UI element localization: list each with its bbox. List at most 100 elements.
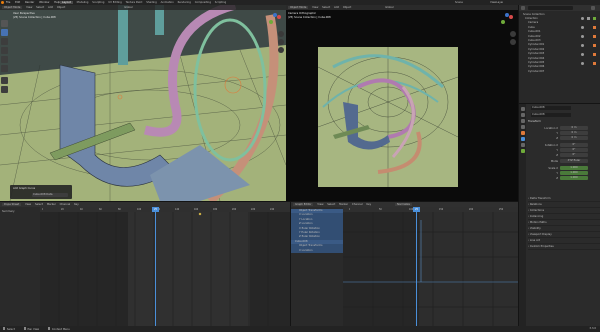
menu-add[interactable]: Add	[48, 6, 53, 9]
outliner-search-input[interactable]	[528, 6, 573, 10]
graph-editor[interactable]: Graph Editor View Select Marker Channel …	[290, 201, 518, 326]
location-y-field[interactable]: 0 m	[560, 131, 588, 136]
eye-icon[interactable]	[581, 26, 584, 29]
eye-icon[interactable]	[581, 35, 584, 38]
menu-view[interactable]: View	[26, 6, 32, 9]
transform-panel-header[interactable]: Transform	[528, 120, 541, 123]
axis-z-icon[interactable]	[273, 13, 277, 17]
dopesheet-playhead[interactable]: 25	[152, 207, 159, 212]
location-x-field[interactable]: 0 m	[560, 126, 588, 131]
pan-icon[interactable]	[278, 39, 284, 45]
rotation-x-field[interactable]: 0°	[560, 143, 588, 148]
dopesheet-menu-view[interactable]: View	[25, 203, 31, 206]
mode-selector[interactable]: Object Mode	[2, 5, 23, 9]
camera-viewport[interactable]: Object Mode View Select Add Object Globa…	[286, 5, 518, 201]
tab-modeling[interactable]: Modeling	[77, 1, 89, 4]
tab-layout[interactable]: Layout	[60, 0, 73, 4]
camera-menu-select[interactable]: Select	[322, 6, 330, 9]
annotate-icon[interactable]	[1, 77, 8, 84]
camera-pan-icon[interactable]	[510, 39, 516, 45]
tab-sculpting[interactable]: Sculpting	[92, 1, 104, 4]
menu-select[interactable]: Select	[36, 6, 44, 9]
camera-view-icon[interactable]	[278, 47, 284, 53]
tab-rendering[interactable]: Rendering	[178, 1, 191, 4]
tool-tab-icon[interactable]	[520, 107, 525, 111]
eye-icon[interactable]	[581, 62, 584, 65]
camera-navigation-gizmo[interactable]	[500, 13, 514, 27]
camera-axis-y-icon[interactable]	[501, 20, 505, 24]
dopesheet-menu-select[interactable]: Select	[35, 203, 43, 206]
transform-icon[interactable]	[1, 65, 8, 72]
camera-restrict-icon[interactable]	[587, 17, 590, 20]
menu-object[interactable]: Object	[57, 6, 65, 9]
object-name-field[interactable]: Cube.008	[531, 106, 571, 110]
section-custom-properties[interactable]: › Custom Properties	[528, 244, 600, 250]
scale-x-field[interactable]: 1.000	[560, 166, 588, 171]
dopesheet-menu-marker[interactable]: Marker	[47, 203, 56, 206]
rotation-mode-dropdown[interactable]: XYZ Euler	[560, 159, 588, 164]
measure-icon[interactable]	[1, 86, 8, 93]
scene-selector[interactable]: Scene	[455, 1, 463, 4]
dopesheet-summary[interactable]: Summary	[2, 210, 15, 213]
dopesheet-editor[interactable]: Dope Sheet View Select Marker Channel Ke…	[0, 201, 290, 326]
normalize-toggle[interactable]: Normalize	[394, 202, 412, 206]
graph-menu-view[interactable]: View	[317, 203, 323, 206]
blender-logo-icon[interactable]	[1, 1, 4, 4]
scale-icon[interactable]	[1, 56, 8, 63]
tab-texture-paint[interactable]: Texture Paint	[126, 1, 143, 4]
camera-axis-x-icon[interactable]	[509, 15, 513, 19]
tab-scripting[interactable]: Scripting	[215, 1, 227, 4]
menu-window[interactable]: Window	[39, 1, 49, 4]
render-tab-icon[interactable]	[520, 113, 525, 117]
view-layer-selector[interactable]: ViewLayer	[490, 1, 503, 4]
left-viewport[interactable]: Object Mode View Select Add Object Globa…	[0, 5, 286, 201]
camera-menu-view[interactable]: View	[312, 6, 318, 9]
navigation-gizmo[interactable]	[268, 13, 282, 27]
graph-channel[interactable]: X Location	[291, 248, 343, 253]
tab-compositing[interactable]: Compositing	[195, 1, 211, 4]
constraint-tab-icon[interactable]	[520, 143, 525, 147]
cursor-icon[interactable]	[1, 20, 8, 27]
camera-menu-add[interactable]: Add	[334, 6, 339, 9]
menu-file[interactable]: File	[6, 1, 10, 4]
location-z-field[interactable]: 0 m	[560, 136, 588, 141]
dopesheet-menu-key[interactable]: Key	[74, 203, 79, 206]
eye-icon[interactable]	[581, 44, 584, 47]
data-tab-icon[interactable]	[520, 149, 525, 153]
camera-mode-selector[interactable]: Object Mode	[288, 5, 309, 9]
eye-icon[interactable]	[581, 53, 584, 56]
graph-menu-marker[interactable]: Marker	[339, 203, 348, 206]
object-tab-icon[interactable]	[520, 131, 525, 135]
object-name-field-2[interactable]: Cube.008	[531, 113, 571, 117]
axis-y-icon[interactable]	[269, 20, 273, 24]
graph-mode-selector[interactable]: Graph Editor	[293, 202, 314, 206]
operator-row[interactable]: Cube.008 Data	[32, 192, 68, 197]
tab-uv-editing[interactable]: UV Editing	[108, 1, 122, 4]
eye-icon[interactable]	[581, 17, 584, 20]
menu-render[interactable]: Render	[25, 1, 34, 4]
outliner-display-mode-icon[interactable]	[521, 6, 525, 10]
move-icon[interactable]	[1, 38, 8, 45]
outliner-filter-icon[interactable]	[591, 6, 595, 10]
modifier-tab-icon[interactable]	[520, 137, 525, 141]
scene-tab-icon[interactable]	[520, 125, 525, 129]
transform-orientation[interactable]: Global	[124, 6, 132, 9]
graph-menu-key[interactable]: Key	[366, 203, 371, 206]
scale-z-field[interactable]: 1.000	[560, 176, 588, 181]
camera-transform-orientation[interactable]: Global	[385, 6, 393, 9]
graph-playhead[interactable]: 25	[413, 207, 420, 212]
camera-axis-z-icon[interactable]	[505, 13, 509, 17]
dopesheet-menu-channel[interactable]: Channel	[60, 203, 71, 206]
scale-y-field[interactable]: 1.000	[560, 171, 588, 176]
tab-shading[interactable]: Shading	[146, 1, 157, 4]
rotation-y-field[interactable]: 0°	[560, 148, 588, 153]
operator-panel[interactable]: Add Graph Curve Cube.008 Data	[10, 185, 72, 199]
graph-menu-select[interactable]: Select	[327, 203, 335, 206]
rotate-icon[interactable]	[1, 47, 8, 54]
graph-menu-channel[interactable]: Channel	[352, 203, 363, 206]
output-tab-icon[interactable]	[520, 119, 525, 123]
select-box-icon[interactable]	[1, 29, 8, 36]
axis-x-icon[interactable]	[277, 15, 281, 19]
camera-zoom-icon[interactable]	[510, 31, 516, 37]
dopesheet-mode-selector[interactable]: Dope Sheet	[2, 202, 22, 206]
